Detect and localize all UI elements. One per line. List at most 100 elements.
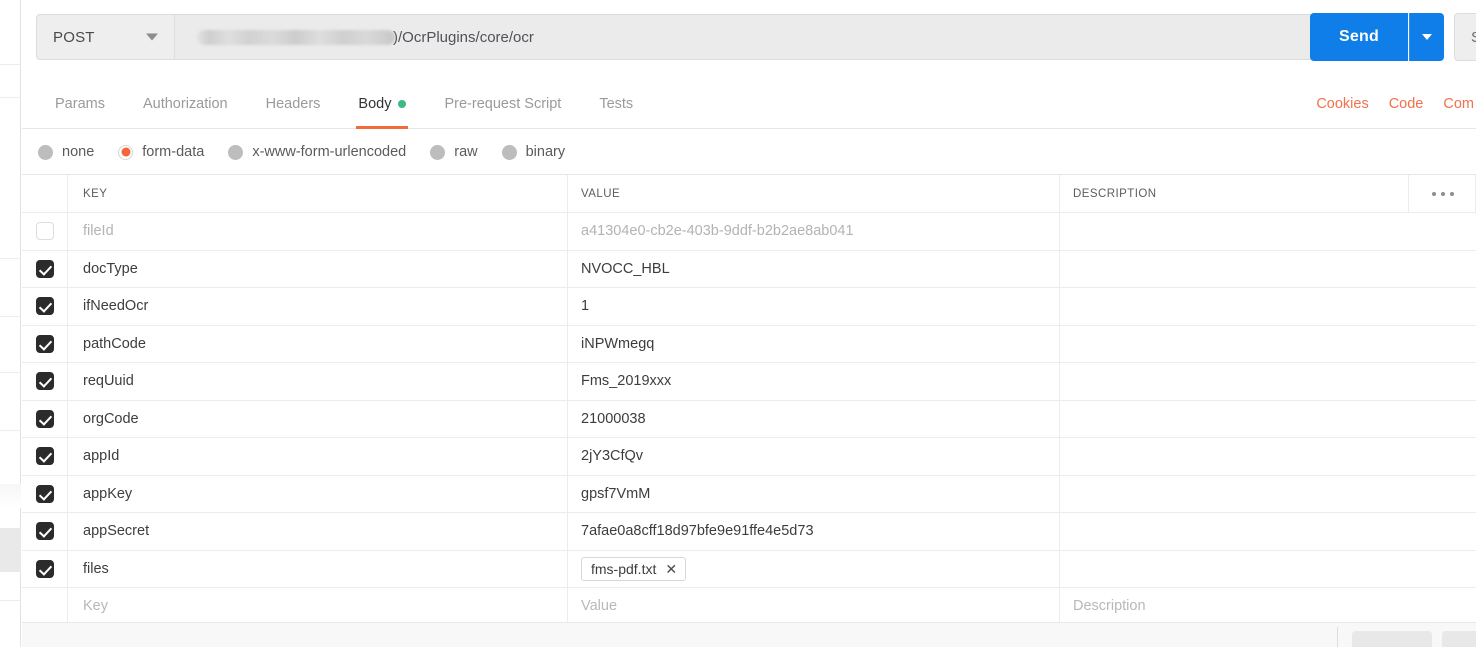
cookies-link[interactable]: Cookies [1316, 96, 1368, 112]
tab-label: Pre-request Script [444, 96, 561, 112]
empty-row-value-cell[interactable]: Value [568, 588, 1060, 625]
tab-authorization[interactable]: Authorization [124, 79, 247, 129]
footer-button-right[interactable] [1442, 631, 1476, 647]
table-row[interactable]: appId 2jY3CfQv [22, 438, 1476, 476]
sidebar-selected-item[interactable] [0, 528, 21, 572]
row-description-cell[interactable] [1060, 438, 1476, 475]
code-link[interactable]: Code [1389, 96, 1424, 112]
remove-file-icon[interactable]: ✕ [665, 562, 677, 576]
row-description-cell[interactable] [1060, 213, 1476, 250]
row-checkbox[interactable] [36, 410, 54, 428]
row-key-cell[interactable]: files [68, 551, 568, 588]
tab-body[interactable]: Body [339, 79, 425, 129]
table-options-menu-button[interactable] [1408, 175, 1476, 212]
table-row[interactable]: orgCode 21000038 [22, 401, 1476, 439]
sidebar-divider [0, 430, 21, 431]
row-checkbox[interactable] [36, 560, 54, 578]
row-value-cell[interactable]: 1 [568, 288, 1060, 325]
row-key-cell[interactable]: fileId [68, 213, 568, 250]
row-key-cell[interactable]: reqUuid [68, 363, 568, 400]
row-checkbox[interactable] [36, 222, 54, 240]
radio-form-data[interactable]: form-data [118, 144, 204, 160]
row-value-cell[interactable]: 7afae0a8cff18d97bfe9e91ffe4e5d73 [568, 513, 1060, 550]
send-options-button[interactable] [1409, 13, 1444, 61]
radio-x-www-form-urlencoded[interactable]: x-www-form-urlencoded [228, 144, 406, 160]
tab-params[interactable]: Params [36, 79, 124, 129]
row-description-cell[interactable] [1060, 363, 1476, 400]
row-description-cell[interactable] [1060, 288, 1476, 325]
footer-button-left[interactable] [1352, 631, 1432, 647]
row-key-text: fileId [83, 223, 114, 239]
row-value-cell[interactable]: 2jY3CfQv [568, 438, 1060, 475]
table-row[interactable]: files fms-pdf.txt ✕ [22, 551, 1476, 589]
http-method-dropdown[interactable]: POST [36, 14, 174, 60]
row-description-cell[interactable] [1060, 476, 1476, 513]
row-value-cell[interactable]: gpsf7VmM [568, 476, 1060, 513]
table-row[interactable]: pathCode iNPWmegq [22, 326, 1476, 364]
row-checkbox-cell[interactable] [22, 401, 68, 438]
row-checkbox-cell[interactable] [22, 476, 68, 513]
sidebar-divider [0, 600, 21, 601]
row-checkbox-cell[interactable] [22, 213, 68, 250]
row-checkbox-cell[interactable] [22, 288, 68, 325]
row-key-cell[interactable]: docType [68, 251, 568, 288]
tab-label: Params [55, 96, 105, 112]
radio-none[interactable]: none [38, 144, 94, 160]
file-attachment-chip[interactable]: fms-pdf.txt ✕ [581, 557, 686, 581]
radio-icon [430, 145, 445, 160]
sidebar-divider [0, 258, 21, 259]
tab-tests[interactable]: Tests [580, 79, 652, 129]
send-button[interactable]: Send [1310, 13, 1408, 61]
row-value-cell[interactable]: NVOCC_HBL [568, 251, 1060, 288]
row-key-cell[interactable]: ifNeedOcr [68, 288, 568, 325]
url-input[interactable]: )/OcrPlugins/core/ocr [174, 14, 1314, 60]
row-checkbox-cell[interactable] [22, 251, 68, 288]
table-row[interactable]: appSecret 7afae0a8cff18d97bfe9e91ffe4e5d… [22, 513, 1476, 551]
row-key-cell[interactable]: orgCode [68, 401, 568, 438]
row-checkbox[interactable] [36, 372, 54, 390]
row-value-text: a41304e0-cb2e-403b-9ddf-b2b2ae8ab041 [581, 223, 854, 239]
row-checkbox[interactable] [36, 297, 54, 315]
row-checkbox-cell[interactable] [22, 326, 68, 363]
row-checkbox[interactable] [36, 260, 54, 278]
row-key-cell[interactable]: appKey [68, 476, 568, 513]
row-description-cell[interactable] [1060, 326, 1476, 363]
table-row[interactable]: fileId a41304e0-cb2e-403b-9ddf-b2b2ae8ab… [22, 213, 1476, 251]
table-row[interactable]: reqUuid Fms_2019xxx [22, 363, 1476, 401]
row-checkbox[interactable] [36, 447, 54, 465]
tab-headers[interactable]: Headers [247, 79, 340, 129]
row-value-cell[interactable]: iNPWmegq [568, 326, 1060, 363]
row-checkbox-cell[interactable] [22, 513, 68, 550]
row-value-cell[interactable]: 21000038 [568, 401, 1060, 438]
row-checkbox[interactable] [36, 522, 54, 540]
row-description-cell[interactable] [1060, 513, 1476, 550]
tab-label: Tests [599, 96, 633, 112]
row-description-cell[interactable] [1060, 551, 1476, 588]
comments-link[interactable]: Com [1443, 96, 1474, 112]
empty-row-key-cell[interactable]: Key [68, 588, 568, 625]
row-checkbox-cell[interactable] [22, 363, 68, 400]
save-button[interactable]: Save [1454, 13, 1476, 61]
empty-row-description-cell[interactable]: Description [1060, 588, 1476, 625]
table-empty-row[interactable]: Key Value Description [22, 588, 1476, 626]
row-value-cell[interactable]: fms-pdf.txt ✕ [568, 551, 1060, 588]
table-row[interactable]: appKey gpsf7VmM [22, 476, 1476, 514]
row-value-cell[interactable]: Fms_2019xxx [568, 363, 1060, 400]
tab-pre-request-script[interactable]: Pre-request Script [425, 79, 580, 129]
row-key-cell[interactable]: appSecret [68, 513, 568, 550]
row-value-cell[interactable]: a41304e0-cb2e-403b-9ddf-b2b2ae8ab041 [568, 213, 1060, 250]
row-checkbox-cell[interactable] [22, 551, 68, 588]
table-row[interactable]: docType NVOCC_HBL [22, 251, 1476, 289]
row-checkbox[interactable] [36, 335, 54, 353]
row-checkbox-cell[interactable] [22, 438, 68, 475]
row-description-cell[interactable] [1060, 251, 1476, 288]
http-method-label: POST [53, 29, 95, 46]
row-key-cell[interactable]: appId [68, 438, 568, 475]
radio-raw[interactable]: raw [430, 144, 477, 160]
row-key-cell[interactable]: pathCode [68, 326, 568, 363]
row-description-cell[interactable] [1060, 401, 1476, 438]
table-row[interactable]: ifNeedOcr 1 [22, 288, 1476, 326]
row-checkbox[interactable] [36, 485, 54, 503]
save-button-label: Save [1471, 29, 1476, 46]
radio-binary[interactable]: binary [502, 144, 566, 160]
